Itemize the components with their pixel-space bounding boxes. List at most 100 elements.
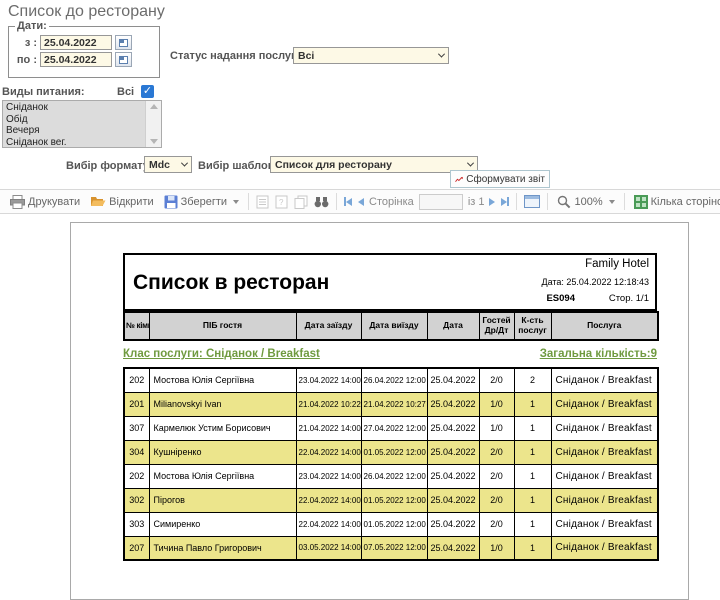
floppy-disk-icon — [164, 195, 178, 209]
table-row: 202 Мостова Юлія Сергіївна 23.04.2022 14… — [124, 464, 658, 488]
cell-guests: 1/0 — [479, 416, 514, 440]
col-room: № кімн — [124, 312, 149, 340]
save-label: Зберегти — [181, 196, 227, 208]
cell-qty: 1 — [514, 440, 551, 464]
meal-all-checkbox[interactable]: ✓ — [141, 85, 154, 98]
report-date-label: Дата: — [541, 277, 563, 287]
meal-option: Сніданок вег. — [3, 137, 145, 148]
date-to-input[interactable] — [40, 52, 112, 67]
cell-checkin: 22.04.2022 14:00 — [296, 440, 361, 464]
cell-checkout: 07.05.2022 12:00 — [361, 536, 427, 560]
prev-page-button[interactable] — [356, 196, 366, 208]
toolbar-separator — [624, 193, 625, 210]
chart-line-icon — [455, 173, 463, 186]
meal-options-list: СніданокОбідВечеряСніданок вег. — [3, 101, 145, 147]
multi-page-grid-icon — [634, 195, 648, 209]
first-page-button[interactable] — [342, 195, 354, 208]
page-setup-button-disabled — [254, 193, 271, 211]
cell-checkin: 23.04.2022 14:00 — [296, 368, 361, 392]
cell-checkin: 23.04.2022 14:00 — [296, 464, 361, 488]
cell-checkout: 01.05.2022 12:00 — [361, 512, 427, 536]
table-row: 207 Тичина Павло Григорович 03.05.2022 1… — [124, 536, 658, 560]
chevron-down-icon — [609, 200, 615, 204]
format-select[interactable]: Mdc — [144, 156, 192, 173]
cell-date: 25.04.2022 — [427, 488, 479, 512]
cell-qty: 1 — [514, 464, 551, 488]
copy-button-disabled — [292, 193, 310, 211]
cell-service: Сніданок / Breakfast — [551, 392, 658, 416]
status-select[interactable]: Всі — [293, 47, 449, 64]
open-button[interactable]: Відкрити — [87, 193, 156, 210]
col-service: Послуга — [551, 312, 658, 340]
cell-guest-name: Milianovskyi Ivan — [149, 392, 296, 416]
generate-report-button[interactable]: Сформувати звіт — [450, 170, 550, 188]
calendar-icon — [119, 56, 128, 64]
scroll-down-icon — [150, 139, 158, 144]
zoom-value: 100% — [574, 196, 602, 208]
last-page-button[interactable] — [499, 195, 511, 208]
cell-service: Сніданок / Breakfast — [551, 416, 658, 440]
open-label: Відкрити — [109, 196, 153, 208]
print-label: Друкувати — [28, 196, 80, 208]
print-button[interactable]: Друкувати — [7, 193, 83, 211]
cell-checkin: 21.04.2022 10:22 — [296, 392, 361, 416]
cell-checkin: 22.04.2022 14:00 — [296, 512, 361, 536]
report-header-box: Список в ресторан Family Hotel Дата: 25.… — [123, 253, 657, 311]
meal-option: Вечеря — [3, 125, 145, 137]
report-toolbar: Друкувати Відкрити Зберегти ? — [0, 189, 720, 214]
full-screen-button[interactable] — [522, 193, 542, 210]
page-question-icon: ? — [275, 195, 288, 209]
cell-service: Сніданок / Breakfast — [551, 488, 658, 512]
cell-guests: 2/0 — [479, 488, 514, 512]
cell-date: 25.04.2022 — [427, 416, 479, 440]
cell-guests: 2/0 — [479, 368, 514, 392]
cell-guest-name: Кармелюк Устим Борисович — [149, 416, 296, 440]
next-page-button[interactable] — [487, 196, 497, 208]
chevron-down-icon — [438, 51, 445, 58]
template-label: Вибір шаблону — [198, 160, 280, 172]
help-button-disabled: ? — [273, 193, 290, 211]
date-to-calendar-button[interactable] — [115, 52, 132, 67]
cell-date: 25.04.2022 — [427, 368, 479, 392]
zoom-control[interactable]: 100% — [554, 193, 617, 211]
window-icon — [524, 195, 540, 208]
save-button[interactable]: Зберегти — [161, 193, 242, 211]
date-from-input[interactable] — [40, 35, 112, 50]
date-from-calendar-button[interactable] — [115, 35, 132, 50]
cell-room: 303 — [124, 512, 149, 536]
page-of-label: із 1 — [468, 196, 485, 208]
listbox-scrollbar — [145, 101, 161, 147]
cell-room: 202 — [124, 464, 149, 488]
cell-guests: 2/0 — [479, 464, 514, 488]
printer-icon — [10, 195, 25, 209]
cell-room: 207 — [124, 536, 149, 560]
cell-checkout: 26.04.2022 12:00 — [361, 464, 427, 488]
meal-option: Обід — [3, 114, 145, 126]
report-date-value: 25.04.2022 12:18:43 — [566, 277, 649, 287]
cell-date: 25.04.2022 — [427, 464, 479, 488]
table-row: 303 Симиренко 22.04.2022 14:00 01.05.202… — [124, 512, 658, 536]
template-value: Список для ресторану — [275, 159, 392, 171]
cell-checkin: 03.05.2022 14:00 — [296, 536, 361, 560]
search-button[interactable] — [312, 194, 331, 210]
multi-page-button[interactable]: Кілька сторінок — [631, 193, 720, 211]
header-row: № кімн ПІБ гостя Дата заїзду Дата виїзду… — [124, 312, 658, 340]
meal-option: Сніданок — [3, 102, 145, 114]
service-class-label: Клас послуги: Сніданок / Breakfast — [123, 348, 320, 360]
report-date-line: Дата: 25.04.2022 12:18:43 — [541, 277, 649, 287]
page-number-input — [419, 194, 463, 210]
cell-date: 25.04.2022 — [427, 512, 479, 536]
scroll-up-icon — [150, 104, 158, 109]
status-value: Всі — [298, 50, 314, 62]
multi-page-label: Кілька сторінок — [651, 196, 720, 208]
cell-room: 307 — [124, 416, 149, 440]
cell-guest-name: Пірогов — [149, 488, 296, 512]
template-select[interactable]: Список для ресторану — [270, 156, 478, 173]
dates-legend: Дати: — [15, 20, 49, 32]
cell-guest-name: Тичина Павло Григорович — [149, 536, 296, 560]
col-guest-name: ПІБ гостя — [149, 312, 296, 340]
cell-qty: 1 — [514, 536, 551, 560]
cell-guests: 1/0 — [479, 392, 514, 416]
format-value: Mdc — [149, 159, 170, 171]
cell-checkout: 26.04.2022 12:00 — [361, 368, 427, 392]
